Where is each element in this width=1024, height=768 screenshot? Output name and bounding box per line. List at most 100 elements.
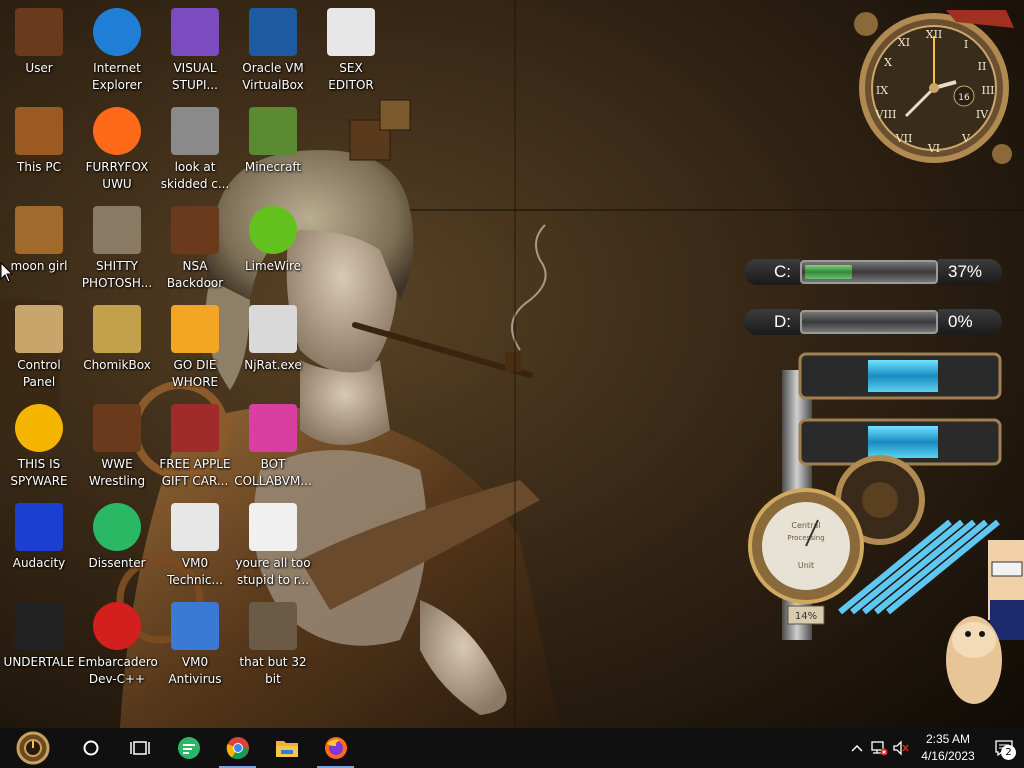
desktop-icon-label: ChomikBox: [83, 358, 151, 372]
cpu-tube-1: [868, 360, 938, 392]
shield-icon: [171, 602, 219, 650]
desktop-icon[interactable]: WWE Wrestling: [78, 404, 156, 490]
portrait-icon: [249, 503, 297, 551]
portrait-painting-icon: [249, 602, 297, 650]
hamster-mascot-icon[interactable]: [940, 540, 1024, 710]
desktop-icon-label: youre all too stupid to r...: [235, 556, 311, 587]
firefox-taskbar[interactable]: [311, 728, 360, 768]
desktop-icon-label: VM0 Technic...: [167, 556, 223, 587]
drive-usage-bar: [800, 310, 938, 334]
clock-widget[interactable]: XII I II III IX X XI VI VII VIII V IV 16: [846, 4, 1022, 172]
svg-text:I: I: [964, 38, 968, 51]
svg-text:IV: IV: [976, 108, 989, 121]
desktop-icon[interactable]: BOT COLLABVM...: [234, 404, 312, 490]
hex-editor-icon: [327, 8, 375, 56]
desktop-icon[interactable]: LimeWire: [234, 206, 312, 275]
desktop-icon[interactable]: Internet Explorer: [78, 8, 156, 94]
technician-icon: [171, 503, 219, 551]
desktop-icon[interactable]: NjRat.exe: [234, 305, 312, 374]
devcpp-icon: [93, 602, 141, 650]
desktop-icon[interactable]: that but 32 bit: [234, 602, 312, 688]
grass-block-icon: [249, 107, 297, 155]
desktop-icon[interactable]: Dissenter: [78, 503, 156, 572]
desktop-icon[interactable]: SEX EDITOR: [312, 8, 390, 94]
cpu-tube-2: [868, 426, 938, 458]
desktop-icon-label: User: [25, 61, 53, 75]
start-button[interactable]: [0, 728, 66, 768]
action-center-button[interactable]: 2: [984, 728, 1024, 768]
copy-files-icon: [171, 107, 219, 155]
desktop-icon-label: Control Panel: [17, 358, 61, 389]
desktop-icon-label: that but 32 bit: [239, 655, 307, 686]
desktop-icon[interactable]: look at skidded c...: [156, 107, 234, 193]
chrome-icon: [226, 737, 249, 759]
svg-text:X: X: [884, 56, 892, 69]
dissenter-icon: [177, 737, 200, 759]
cortana-circle-icon: [83, 740, 98, 756]
lightbulb-icon: [15, 305, 63, 353]
drive-percent: 37%: [938, 259, 1002, 285]
desktop-icon[interactable]: Audacity: [0, 503, 78, 572]
desktop-icon-label: VM0 Antivirus: [168, 655, 222, 686]
skull-icon: [249, 305, 297, 353]
taskbar-clock[interactable]: 2:35 AM 4/16/2023: [912, 731, 984, 765]
desktop-icon[interactable]: VM0 Technic...: [156, 503, 234, 589]
clock-date: 4/16/2023: [921, 749, 975, 763]
desktop-icon[interactable]: Minecraft: [234, 107, 312, 176]
desktop-icon[interactable]: This PC: [0, 107, 78, 176]
nsa-frame-icon: [171, 206, 219, 254]
drive-letter: D:: [744, 309, 800, 335]
taskbar: 2:35 AM 4/16/2023 2: [0, 728, 1024, 768]
show-hidden-icons-button[interactable]: [846, 728, 868, 768]
desktop-icon-label: GO DIE WHORE: [171, 358, 219, 389]
search-button[interactable]: [66, 728, 115, 768]
audacity-icon: [15, 503, 63, 551]
svg-text:II: II: [978, 60, 987, 73]
notification-count-badge: 2: [1001, 745, 1016, 760]
desktop-icon[interactable]: youre all too stupid to r...: [234, 503, 312, 589]
desktop-icon-label: SHITTY PHOTOSH...: [81, 259, 153, 290]
desktop-icon[interactable]: ChomikBox: [78, 305, 156, 374]
speaker-muted-icon: [893, 740, 909, 756]
volume-button[interactable]: [890, 728, 912, 768]
gimp-icon: [93, 206, 141, 254]
desktop-icon[interactable]: Embarcadero Dev-C++: [78, 602, 158, 688]
file-explorer-taskbar[interactable]: [262, 728, 311, 768]
drive-percent: 0%: [938, 309, 1002, 335]
dissenter-taskbar[interactable]: [164, 728, 213, 768]
desktop-icon[interactable]: THIS IS SPYWARE: [0, 404, 78, 490]
drive-d-meter[interactable]: D: 0%: [744, 306, 1002, 338]
desktop-icon[interactable]: GO DIE WHORE: [156, 305, 234, 391]
drive-c-meter[interactable]: C: 37%: [744, 256, 1002, 288]
desktop-icon[interactable]: NSA Backdoor: [156, 206, 234, 292]
desktop-icon-label: FREE APPLE GIFT CAR...: [159, 457, 231, 488]
desktop-icon[interactable]: VM0 Antivirus: [156, 602, 234, 688]
desktop-icon[interactable]: FREE APPLE GIFT CAR...: [156, 404, 234, 490]
mouse-cursor-icon: [0, 262, 14, 283]
desktop-icon-label: SEX EDITOR: [328, 61, 374, 92]
network-disconnected-icon: [871, 741, 888, 756]
chevron-up-icon: [851, 744, 863, 752]
desktop-icon-label: This PC: [17, 160, 61, 174]
desktop-icon[interactable]: VISUAL STUPI...: [156, 8, 234, 94]
computer-icon: [15, 107, 63, 155]
gauge-value: 14%: [795, 611, 817, 622]
edge-browser-icon: [93, 8, 141, 56]
desktop-icon[interactable]: User: [0, 8, 78, 77]
desktop-icon-label: Minecraft: [244, 160, 302, 174]
desktop-icon[interactable]: Control Panel: [0, 305, 78, 391]
dev-editor-icon: [171, 305, 219, 353]
desktop-icon[interactable]: UNDERTALE: [0, 602, 78, 671]
clock-time: 2:35 AM: [925, 732, 971, 746]
chrome-taskbar[interactable]: [213, 728, 262, 768]
desktop-icon[interactable]: FURRYFOX UWU: [78, 107, 156, 193]
task-view-button[interactable]: [115, 728, 164, 768]
svg-text:V: V: [961, 132, 971, 145]
desktop-icon[interactable]: SHITTY PHOTOSH...: [78, 206, 156, 292]
folder-icon: [15, 206, 63, 254]
desktop-icon-label: look at skidded c...: [160, 160, 230, 191]
desktop-icon[interactable]: Oracle VM VirtualBox: [234, 8, 312, 94]
visual-studio-icon: [171, 8, 219, 56]
steampunk-start-icon: [16, 731, 50, 765]
network-button[interactable]: [868, 728, 890, 768]
